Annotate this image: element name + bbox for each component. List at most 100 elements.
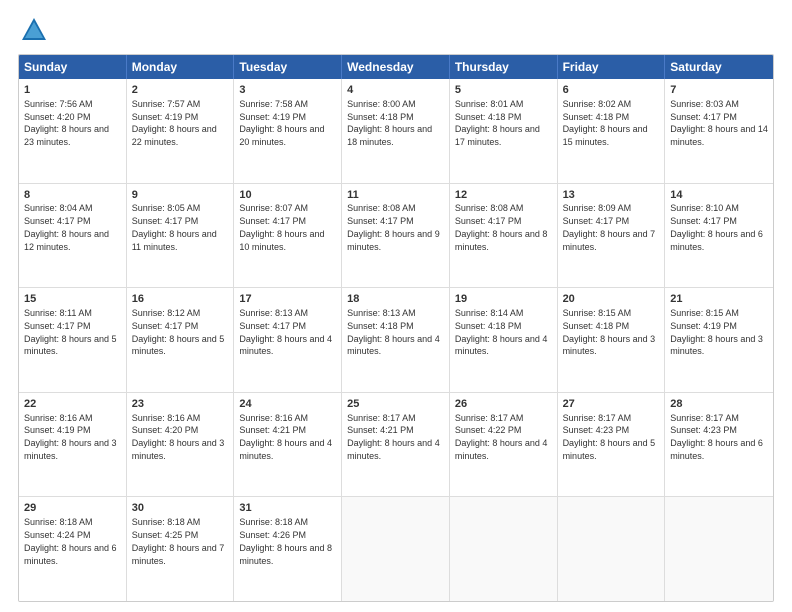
cell-info: Sunrise: 8:00 AMSunset: 4:18 PMDaylight:… bbox=[347, 99, 432, 147]
cal-cell: 11Sunrise: 8:08 AMSunset: 4:17 PMDayligh… bbox=[342, 184, 450, 288]
day-number: 29 bbox=[24, 501, 121, 516]
cell-info: Sunrise: 8:17 AMSunset: 4:22 PMDaylight:… bbox=[455, 413, 548, 461]
cal-row-0: 1Sunrise: 7:56 AMSunset: 4:20 PMDaylight… bbox=[19, 79, 773, 184]
cal-cell: 14Sunrise: 8:10 AMSunset: 4:17 PMDayligh… bbox=[665, 184, 773, 288]
cal-cell: 30Sunrise: 8:18 AMSunset: 4:25 PMDayligh… bbox=[127, 497, 235, 601]
cell-info: Sunrise: 8:09 AMSunset: 4:17 PMDaylight:… bbox=[563, 203, 656, 251]
day-number: 25 bbox=[347, 397, 444, 412]
cal-cell: 10Sunrise: 8:07 AMSunset: 4:17 PMDayligh… bbox=[234, 184, 342, 288]
cal-cell: 26Sunrise: 8:17 AMSunset: 4:22 PMDayligh… bbox=[450, 393, 558, 497]
day-number: 27 bbox=[563, 397, 660, 412]
cal-row-1: 8Sunrise: 8:04 AMSunset: 4:17 PMDaylight… bbox=[19, 184, 773, 289]
day-number: 28 bbox=[670, 397, 768, 412]
day-number: 13 bbox=[563, 188, 660, 203]
header bbox=[18, 16, 774, 44]
cell-info: Sunrise: 8:16 AMSunset: 4:20 PMDaylight:… bbox=[132, 413, 225, 461]
cell-info: Sunrise: 8:08 AMSunset: 4:17 PMDaylight:… bbox=[347, 203, 440, 251]
cal-cell: 9Sunrise: 8:05 AMSunset: 4:17 PMDaylight… bbox=[127, 184, 235, 288]
cal-cell: 17Sunrise: 8:13 AMSunset: 4:17 PMDayligh… bbox=[234, 288, 342, 392]
weekday-header-saturday: Saturday bbox=[665, 55, 773, 79]
logo-icon bbox=[20, 16, 48, 44]
day-number: 8 bbox=[24, 188, 121, 203]
cal-cell: 4Sunrise: 8:00 AMSunset: 4:18 PMDaylight… bbox=[342, 79, 450, 183]
day-number: 12 bbox=[455, 188, 552, 203]
cell-info: Sunrise: 7:58 AMSunset: 4:19 PMDaylight:… bbox=[239, 99, 324, 147]
day-number: 1 bbox=[24, 83, 121, 98]
cell-info: Sunrise: 8:13 AMSunset: 4:17 PMDaylight:… bbox=[239, 308, 332, 356]
cell-info: Sunrise: 8:16 AMSunset: 4:19 PMDaylight:… bbox=[24, 413, 117, 461]
day-number: 3 bbox=[239, 83, 336, 98]
cell-info: Sunrise: 8:04 AMSunset: 4:17 PMDaylight:… bbox=[24, 203, 109, 251]
cell-info: Sunrise: 8:08 AMSunset: 4:17 PMDaylight:… bbox=[455, 203, 548, 251]
day-number: 15 bbox=[24, 292, 121, 307]
cell-info: Sunrise: 8:01 AMSunset: 4:18 PMDaylight:… bbox=[455, 99, 540, 147]
calendar-body: 1Sunrise: 7:56 AMSunset: 4:20 PMDaylight… bbox=[19, 79, 773, 601]
day-number: 31 bbox=[239, 501, 336, 516]
cal-cell: 22Sunrise: 8:16 AMSunset: 4:19 PMDayligh… bbox=[19, 393, 127, 497]
day-number: 11 bbox=[347, 188, 444, 203]
logo bbox=[18, 16, 48, 44]
cell-info: Sunrise: 8:18 AMSunset: 4:25 PMDaylight:… bbox=[132, 517, 225, 565]
cell-info: Sunrise: 8:10 AMSunset: 4:17 PMDaylight:… bbox=[670, 203, 763, 251]
weekday-header-friday: Friday bbox=[558, 55, 666, 79]
cal-cell: 29Sunrise: 8:18 AMSunset: 4:24 PMDayligh… bbox=[19, 497, 127, 601]
day-number: 4 bbox=[347, 83, 444, 98]
cal-cell: 6Sunrise: 8:02 AMSunset: 4:18 PMDaylight… bbox=[558, 79, 666, 183]
cell-info: Sunrise: 8:18 AMSunset: 4:24 PMDaylight:… bbox=[24, 517, 117, 565]
cal-cell: 15Sunrise: 8:11 AMSunset: 4:17 PMDayligh… bbox=[19, 288, 127, 392]
cell-info: Sunrise: 8:15 AMSunset: 4:19 PMDaylight:… bbox=[670, 308, 763, 356]
cal-cell: 31Sunrise: 8:18 AMSunset: 4:26 PMDayligh… bbox=[234, 497, 342, 601]
day-number: 26 bbox=[455, 397, 552, 412]
day-number: 21 bbox=[670, 292, 768, 307]
cal-cell: 28Sunrise: 8:17 AMSunset: 4:23 PMDayligh… bbox=[665, 393, 773, 497]
cal-cell bbox=[342, 497, 450, 601]
day-number: 17 bbox=[239, 292, 336, 307]
cal-cell: 7Sunrise: 8:03 AMSunset: 4:17 PMDaylight… bbox=[665, 79, 773, 183]
cell-info: Sunrise: 8:12 AMSunset: 4:17 PMDaylight:… bbox=[132, 308, 225, 356]
cell-info: Sunrise: 8:16 AMSunset: 4:21 PMDaylight:… bbox=[239, 413, 332, 461]
weekday-header-monday: Monday bbox=[127, 55, 235, 79]
cal-cell: 13Sunrise: 8:09 AMSunset: 4:17 PMDayligh… bbox=[558, 184, 666, 288]
cell-info: Sunrise: 8:05 AMSunset: 4:17 PMDaylight:… bbox=[132, 203, 217, 251]
cell-info: Sunrise: 8:13 AMSunset: 4:18 PMDaylight:… bbox=[347, 308, 440, 356]
cal-row-4: 29Sunrise: 8:18 AMSunset: 4:24 PMDayligh… bbox=[19, 497, 773, 601]
cell-info: Sunrise: 8:17 AMSunset: 4:23 PMDaylight:… bbox=[563, 413, 656, 461]
day-number: 18 bbox=[347, 292, 444, 307]
cell-info: Sunrise: 8:02 AMSunset: 4:18 PMDaylight:… bbox=[563, 99, 648, 147]
cell-info: Sunrise: 7:57 AMSunset: 4:19 PMDaylight:… bbox=[132, 99, 217, 147]
cal-cell: 23Sunrise: 8:16 AMSunset: 4:20 PMDayligh… bbox=[127, 393, 235, 497]
cal-cell: 1Sunrise: 7:56 AMSunset: 4:20 PMDaylight… bbox=[19, 79, 127, 183]
cal-cell: 21Sunrise: 8:15 AMSunset: 4:19 PMDayligh… bbox=[665, 288, 773, 392]
cal-cell: 3Sunrise: 7:58 AMSunset: 4:19 PMDaylight… bbox=[234, 79, 342, 183]
calendar: SundayMondayTuesdayWednesdayThursdayFrid… bbox=[18, 54, 774, 602]
cell-info: Sunrise: 8:18 AMSunset: 4:26 PMDaylight:… bbox=[239, 517, 332, 565]
cell-info: Sunrise: 8:11 AMSunset: 4:17 PMDaylight:… bbox=[24, 308, 117, 356]
day-number: 5 bbox=[455, 83, 552, 98]
weekday-header-tuesday: Tuesday bbox=[234, 55, 342, 79]
weekday-header-wednesday: Wednesday bbox=[342, 55, 450, 79]
cell-info: Sunrise: 8:17 AMSunset: 4:23 PMDaylight:… bbox=[670, 413, 763, 461]
cell-info: Sunrise: 8:17 AMSunset: 4:21 PMDaylight:… bbox=[347, 413, 440, 461]
day-number: 24 bbox=[239, 397, 336, 412]
cal-row-3: 22Sunrise: 8:16 AMSunset: 4:19 PMDayligh… bbox=[19, 393, 773, 498]
day-number: 2 bbox=[132, 83, 229, 98]
day-number: 6 bbox=[563, 83, 660, 98]
cal-cell: 5Sunrise: 8:01 AMSunset: 4:18 PMDaylight… bbox=[450, 79, 558, 183]
cell-info: Sunrise: 8:07 AMSunset: 4:17 PMDaylight:… bbox=[239, 203, 324, 251]
cal-cell: 18Sunrise: 8:13 AMSunset: 4:18 PMDayligh… bbox=[342, 288, 450, 392]
day-number: 22 bbox=[24, 397, 121, 412]
cal-cell: 20Sunrise: 8:15 AMSunset: 4:18 PMDayligh… bbox=[558, 288, 666, 392]
cell-info: Sunrise: 8:15 AMSunset: 4:18 PMDaylight:… bbox=[563, 308, 656, 356]
cal-cell: 8Sunrise: 8:04 AMSunset: 4:17 PMDaylight… bbox=[19, 184, 127, 288]
cal-cell bbox=[665, 497, 773, 601]
day-number: 16 bbox=[132, 292, 229, 307]
calendar-header: SundayMondayTuesdayWednesdayThursdayFrid… bbox=[19, 55, 773, 79]
day-number: 7 bbox=[670, 83, 768, 98]
cal-cell bbox=[450, 497, 558, 601]
cal-cell: 12Sunrise: 8:08 AMSunset: 4:17 PMDayligh… bbox=[450, 184, 558, 288]
cal-row-2: 15Sunrise: 8:11 AMSunset: 4:17 PMDayligh… bbox=[19, 288, 773, 393]
cal-cell: 19Sunrise: 8:14 AMSunset: 4:18 PMDayligh… bbox=[450, 288, 558, 392]
cell-info: Sunrise: 8:14 AMSunset: 4:18 PMDaylight:… bbox=[455, 308, 548, 356]
cal-cell: 2Sunrise: 7:57 AMSunset: 4:19 PMDaylight… bbox=[127, 79, 235, 183]
weekday-header-sunday: Sunday bbox=[19, 55, 127, 79]
